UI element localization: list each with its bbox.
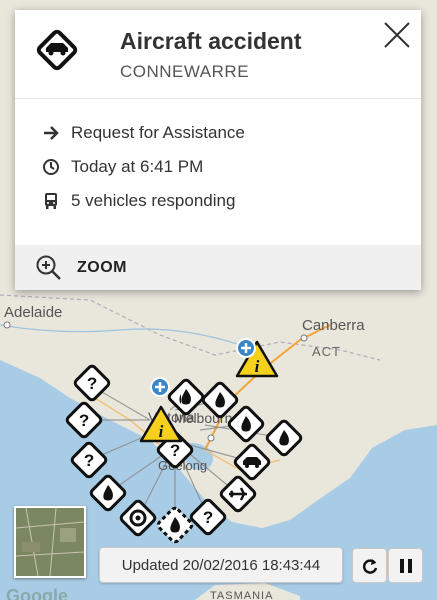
popup-header: Aircraft accident CONNEWARRE <box>15 10 421 98</box>
close-icon[interactable] <box>382 20 412 50</box>
refresh-icon <box>362 558 377 574</box>
incident-popup: Aircraft accident CONNEWARRE Request for… <box>15 10 421 290</box>
svg-text:?: ? <box>203 508 213 527</box>
fire-incident-icon[interactable] <box>264 418 304 458</box>
svg-text:i: i <box>255 357 260 376</box>
svg-text:?: ? <box>170 441 180 460</box>
car-warning-icon <box>36 29 78 71</box>
svg-text:?: ? <box>84 451 94 470</box>
detail-row-vehicles: 5 vehicles responding <box>41 189 235 213</box>
unknown-incident-icon[interactable]: ? <box>188 497 228 537</box>
fire-incident-icon[interactable] <box>226 404 266 444</box>
incident-location: CONNEWARRE <box>120 62 250 81</box>
car-accident-incident-icon[interactable] <box>232 442 272 482</box>
fire-incident-icon[interactable] <box>166 377 206 417</box>
svg-text:i: i <box>159 422 164 441</box>
detail-row-status: Request for Assistance <box>41 121 245 145</box>
zoom-button[interactable]: ZOOM <box>35 254 127 282</box>
svg-text:?: ? <box>79 411 89 430</box>
pause-icon <box>399 558 412 573</box>
detail-time-text: Today at 6:41 PM <box>71 157 204 176</box>
incident-title: Aircraft accident <box>120 28 302 54</box>
medical-plus-icon[interactable] <box>150 377 170 397</box>
zoom-bar[interactable]: ZOOM <box>15 245 421 290</box>
unknown-incident-icon[interactable]: ? <box>64 400 104 440</box>
detail-row-time: Today at 6:41 PM <box>41 155 203 179</box>
fire-incident-icon[interactable] <box>156 506 194 544</box>
unknown-incident-icon[interactable]: ? <box>69 440 109 480</box>
updated-timestamp: Updated 20/02/2016 18:43:44 <box>99 547 343 583</box>
popup-details: Request for Assistance Today at 6:41 PM … <box>15 98 421 246</box>
pause-button[interactable] <box>388 548 423 583</box>
detail-status-text: Request for Assistance <box>71 123 245 142</box>
fire-incident-icon[interactable] <box>200 380 240 420</box>
refresh-button[interactable] <box>352 548 387 583</box>
satellite-thumbnail-icon <box>15 507 85 577</box>
medical-plus-icon[interactable] <box>236 338 256 358</box>
zoom-in-icon <box>36 255 61 280</box>
arrow-right-icon <box>41 123 61 143</box>
unknown-incident-icon[interactable]: ? <box>72 363 112 403</box>
svg-text:?: ? <box>87 374 97 393</box>
zoom-label: ZOOM <box>77 259 127 276</box>
detail-vehicles-text: 5 vehicles responding <box>71 191 236 210</box>
aircraft-incident-icon[interactable] <box>218 474 258 514</box>
bus-icon <box>41 191 61 211</box>
clock-icon <box>41 157 61 177</box>
rescue-incident-icon[interactable] <box>118 498 158 538</box>
warning-incident-icon[interactable]: i <box>139 405 183 443</box>
fire-incident-icon[interactable] <box>88 473 128 513</box>
satellite-view-toggle[interactable] <box>14 506 86 578</box>
